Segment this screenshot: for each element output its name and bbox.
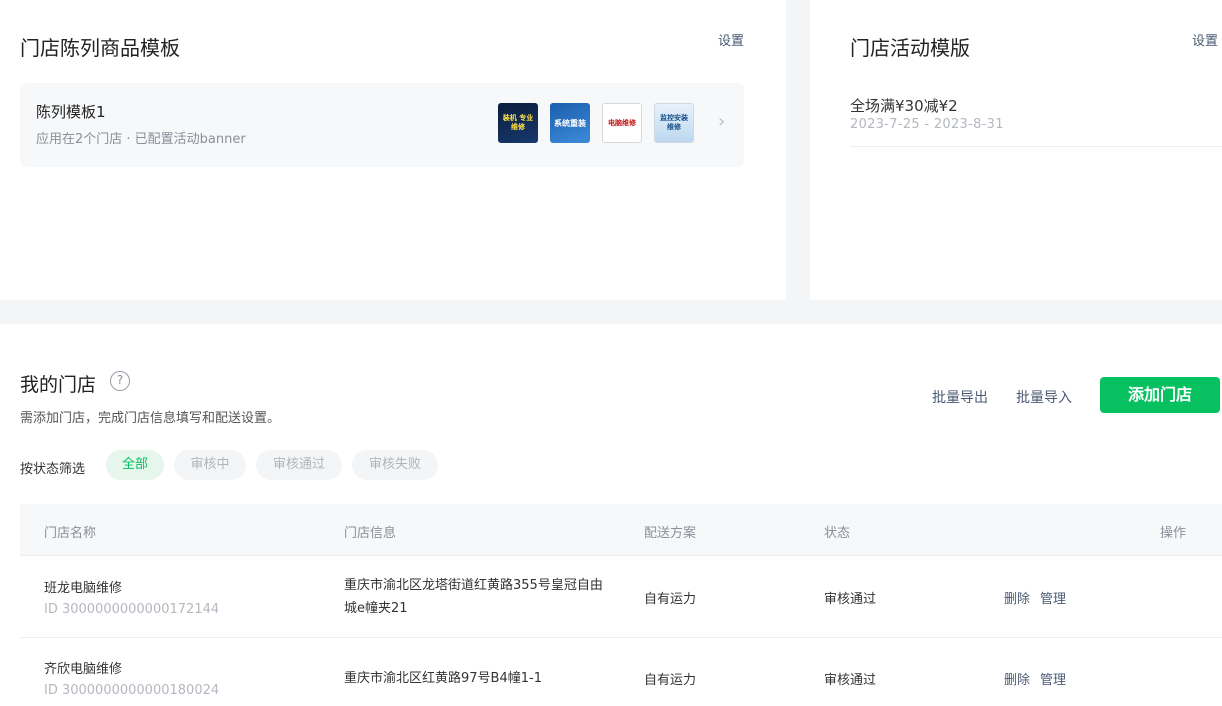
template-settings-link[interactable]: 设置 [718, 30, 744, 49]
store-address: 重庆市渝北区龙塔街道红黄路355号皇冠自由城e幢夹21 [344, 578, 603, 616]
add-store-button[interactable]: 添加门店 [1100, 377, 1220, 413]
column-header-name: 门店名称 [44, 526, 97, 541]
filter-rejected[interactable]: 审核失败 [352, 450, 438, 480]
activity-name[interactable]: 全场满¥30减¥2 [850, 95, 958, 116]
batch-import-button[interactable]: 批量导入 [1016, 387, 1072, 407]
filter-approved[interactable]: 审核通过 [256, 450, 342, 480]
chevron-right-icon: › [718, 111, 726, 132]
column-header-status: 状态 [824, 526, 851, 541]
stores-description: 需添加门店，完成门店信息填写和配送设置。 [20, 411, 281, 426]
activity-template-card: 门店活动模版 设置 全场满¥30减¥2 2023-7-25 - 2023-8-3… [810, 0, 1222, 300]
delete-link[interactable]: 删除 [1004, 669, 1030, 688]
filter-label: 按状态筛选 [20, 462, 86, 477]
store-id: ID 3000000000000180024 [44, 683, 220, 698]
store-delivery: 自有运力 [644, 592, 697, 607]
help-icon[interactable]: ? [110, 371, 130, 391]
template-desc: 应用在2个门店 · 已配置活动banner [36, 132, 246, 147]
template-thumbnail: 系统重装 [550, 103, 590, 143]
template-thumbnail: 监控安装维修 [654, 103, 694, 143]
manage-link[interactable]: 管理 [1040, 588, 1066, 607]
divider [850, 146, 1222, 147]
store-delivery: 自有运力 [644, 673, 697, 688]
manage-link[interactable]: 管理 [1040, 669, 1066, 688]
store-address: 重庆市渝北区红黄路97号B4幢1-1 [344, 671, 542, 686]
table-row: 齐欣电脑维修 ID 3000000000000180024 重庆市渝北区红黄路9… [20, 638, 1222, 706]
batch-export-button[interactable]: 批量导出 [932, 387, 988, 407]
store-status: 审核通过 [824, 673, 877, 688]
template-thumbnail: 电脑维修 [602, 103, 642, 143]
column-header-actions: 操作 [1160, 526, 1187, 541]
activity-date: 2023-7-25 - 2023-8-31 [850, 117, 1004, 132]
stores-title: 我的门店 [20, 374, 97, 396]
store-id: ID 3000000000000172144 [44, 602, 220, 617]
template-item[interactable]: 陈列模板1 应用在2个门店 · 已配置活动banner 装机 专业维修 系统重装… [20, 83, 744, 167]
template-name: 陈列模板1 [36, 103, 106, 121]
activity-settings-link[interactable]: 设置 [1192, 30, 1218, 49]
template-thumbnail: 装机 专业维修 [498, 103, 538, 143]
filter-reviewing[interactable]: 审核中 [174, 450, 246, 480]
store-status: 审核通过 [824, 592, 877, 607]
column-header-info: 门店信息 [344, 526, 397, 541]
filter-all[interactable]: 全部 [106, 450, 164, 480]
display-template-card: 门店陈列商品模板 设置 陈列模板1 应用在2个门店 · 已配置活动banner … [0, 0, 786, 300]
table-header: 门店名称 门店信息 配送方案 状态 操作 [20, 504, 1222, 556]
my-stores-card: 我的门店 ? 需添加门店，完成门店信息填写和配送设置。 批量导出 批量导入 添加… [0, 324, 1222, 706]
table-row: 班龙电脑维修 ID 3000000000000172144 重庆市渝北区龙塔街道… [20, 557, 1222, 638]
column-header-delivery: 配送方案 [644, 526, 697, 541]
delete-link[interactable]: 删除 [1004, 588, 1030, 607]
store-name: 齐欣电脑维修 [44, 662, 123, 677]
template-card-title: 门店陈列商品模板 [20, 36, 180, 60]
activity-card-title: 门店活动模版 [850, 36, 970, 60]
store-name: 班龙电脑维修 [44, 581, 123, 596]
